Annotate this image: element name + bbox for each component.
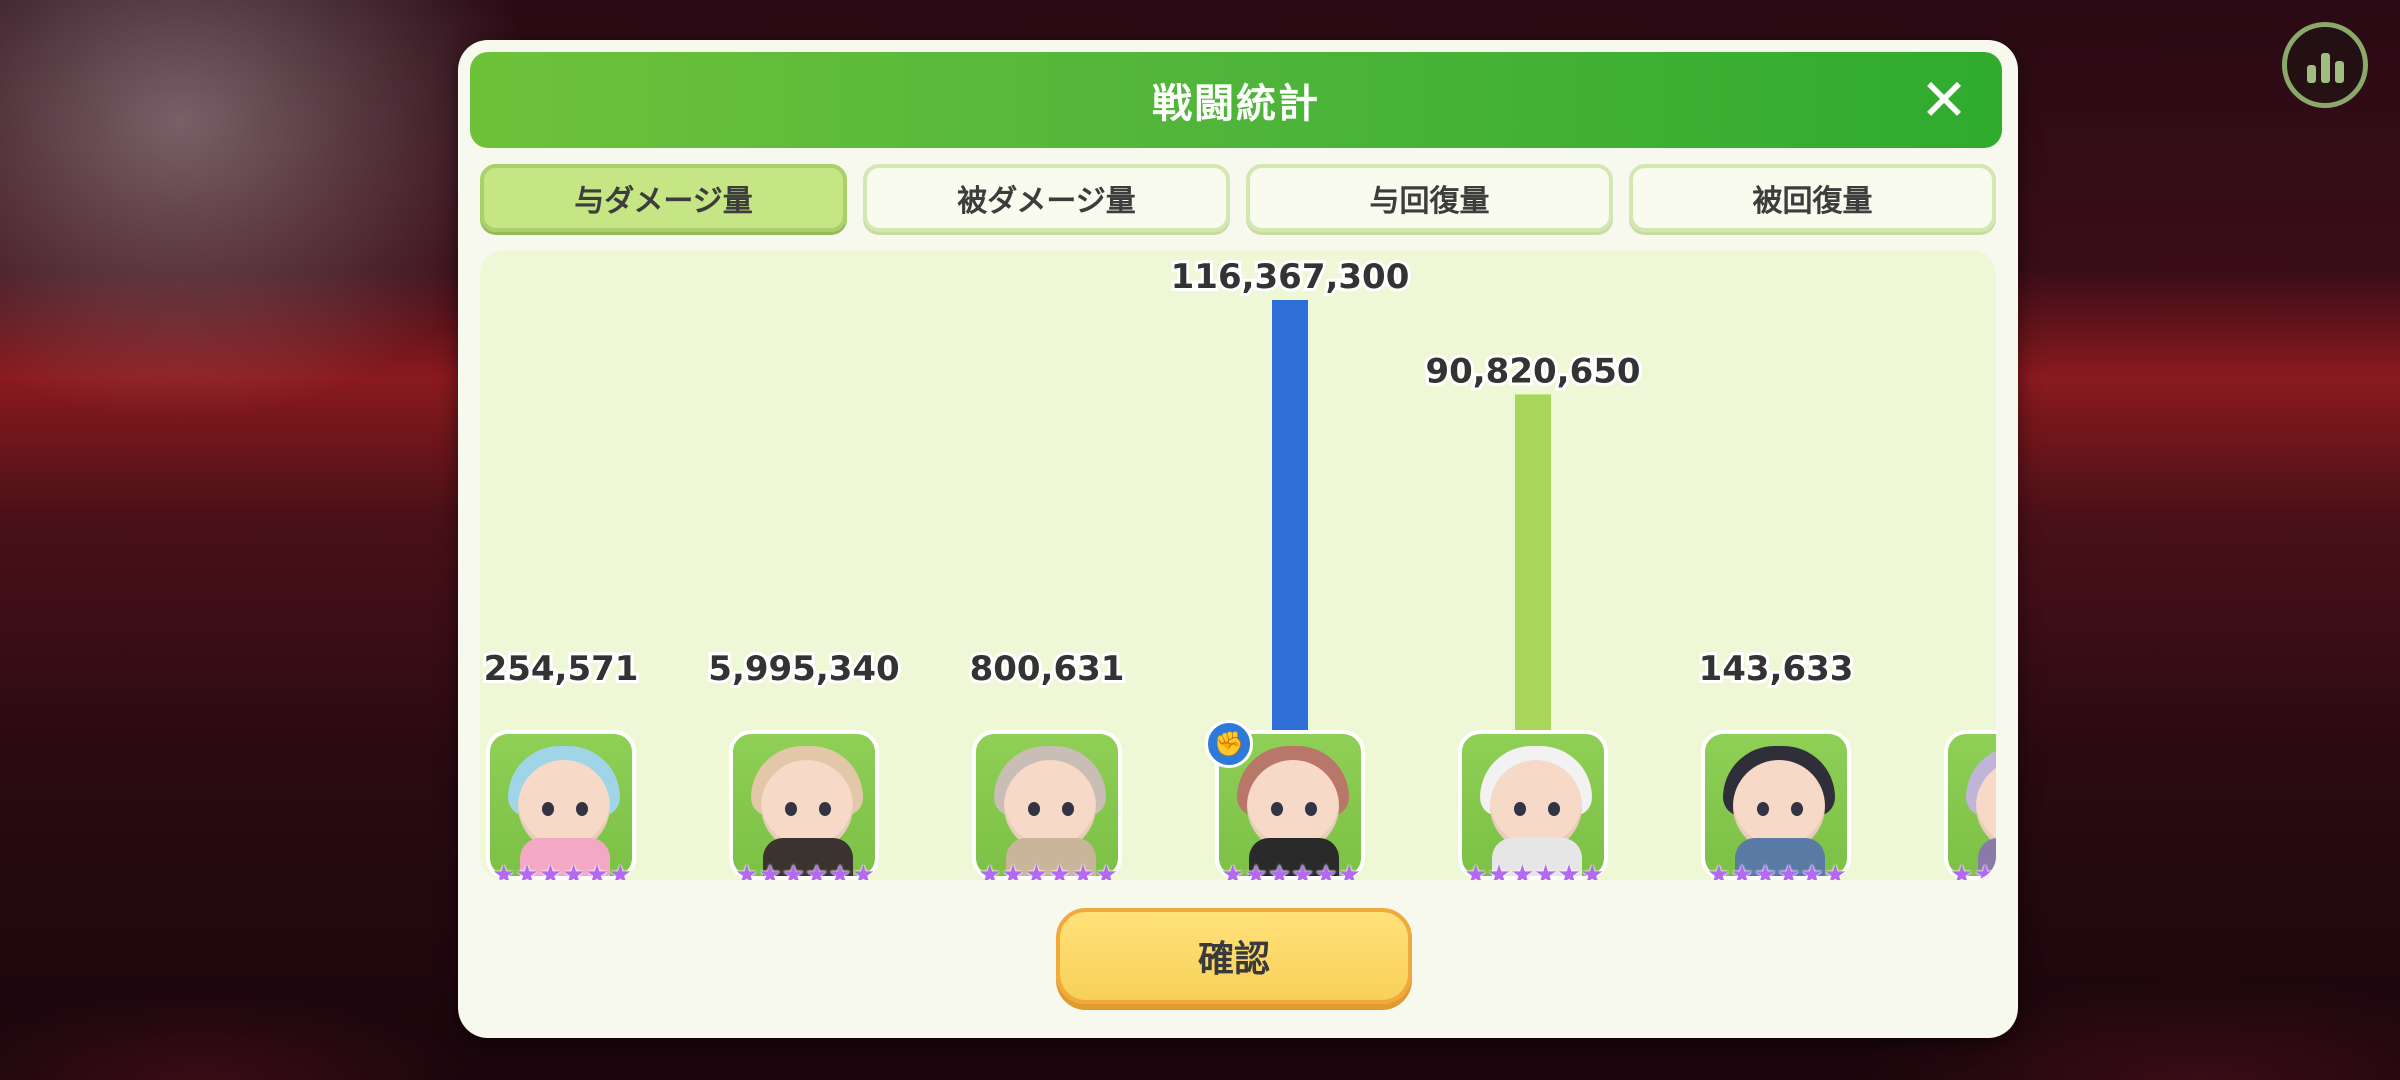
character-portrait[interactable]: ★★★★★★ [972,730,1122,880]
star-icon: ★ [1048,860,1072,880]
star-icon: ★ [851,860,875,880]
star-icon: ★ [828,860,852,880]
rarity-stars: ★★★★★★ [978,862,1118,880]
star-icon: ★ [758,860,782,880]
damage-value-label: 143,633 [1699,649,1854,689]
tab-healing-done[interactable]: 与回復量 [1246,164,1613,232]
rarity-stars: ★★★★★★ [1221,862,1361,880]
star-icon: ★ [1487,860,1511,880]
star-icon: ★ [1337,860,1361,880]
star-icon: ★ [608,860,632,880]
character-portrait[interactable]: ★★★★★★ [729,730,879,880]
damage-bar [1515,394,1551,730]
star-icon: ★ [562,860,586,880]
stat-tabs: 与ダメージ量 被ダメージ量 与回復量 被回復量 [480,164,1996,234]
rarity-stars: ★★★★★★ [492,862,632,880]
close-icon[interactable]: ✕ [1912,68,1976,132]
star-icon: ★ [781,860,805,880]
star-icon: ★ [978,860,1002,880]
star-icon: ★ [1580,860,1604,880]
character-eye [542,802,554,816]
confirm-button[interactable]: 確認 [1056,908,1412,1004]
damage-value-label: 5,995,340 [708,649,899,689]
star-icon: ★ [1221,860,1245,880]
star-icon: ★ [1534,860,1558,880]
character-portrait[interactable]: ★★★★★★ [1701,730,1851,880]
mvp-fist-icon: ✊ [1205,720,1253,768]
dialog-title: 戦闘統計 [1152,81,1320,127]
star-icon: ★ [1753,860,1777,880]
character-eye [1305,802,1317,816]
character-portrait[interactable]: ★★★★★★ [486,730,636,880]
character-eye [1028,802,1040,816]
battle-stats-button[interactable] [2282,22,2368,108]
damage-value-label: 116,367,300 [1171,257,1410,297]
star-icon: ★ [1510,860,1534,880]
star-icon: ★ [515,860,539,880]
damage-bar [1272,300,1308,730]
character-portrait[interactable]: ★ ★ ★ ★ ★ ★ ✊ [1205,720,1365,880]
star-icon: ★ [492,860,516,880]
star-icon: ★ [735,860,759,880]
damage-value-label: 254,571 [484,649,639,689]
character-portrait[interactable]: ★★★★★★ [1944,730,1996,880]
character-avatar [1701,730,1851,880]
star-icon: ★ [1071,860,1095,880]
character-avatar [1944,730,1996,880]
tab-healing-received[interactable]: 被回復量 [1629,164,1996,232]
tab-damage-dealt[interactable]: 与ダメージ量 [480,164,847,232]
character-eye [1514,802,1526,816]
star-icon: ★ [1800,860,1824,880]
star-icon: ★ [1094,860,1118,880]
star-icon: ★ [1001,860,1025,880]
character-eye [785,802,797,816]
bar-chart-icon-bar [2320,53,2330,83]
star-icon: ★ [1024,860,1048,880]
star-icon: ★ [1707,860,1731,880]
character-eye [1548,802,1560,816]
character-avatar [972,730,1122,880]
character-portrait[interactable]: ★★★★★★ [1458,730,1608,880]
tab-damage-taken[interactable]: 被ダメージ量 [863,164,1230,232]
damage-chart: 254,571 5,995,340 800,631 116,367,300 90,820… [480,250,1996,880]
rarity-stars: ★★★★★★ [1950,862,1996,880]
bar-chart-icon-bar [2334,61,2344,83]
character-eye [1271,802,1283,816]
damage-value-label: 90,820,650 [1425,351,1640,391]
star-icon: ★ [1730,860,1754,880]
star-icon: ★ [1244,860,1268,880]
star-icon: ★ [1777,860,1801,880]
star-icon: ★ [538,860,562,880]
star-icon: ★ [585,860,609,880]
character-eye [819,802,831,816]
star-icon: ★ [1267,860,1291,880]
star-icon: ★ [1973,860,1996,880]
character-avatar [729,730,879,880]
battle-statistics-dialog: 戦闘統計 ✕ 与ダメージ量 被ダメージ量 与回復量 被回復量 254,571 5,… [458,40,2018,1038]
star-icon: ★ [1291,860,1315,880]
star-icon: ★ [1557,860,1581,880]
rarity-stars: ★★★★★★ [1707,862,1847,880]
damage-value-label: 800,631 [970,649,1125,689]
character-eye [1757,802,1769,816]
star-icon: ★ [1823,860,1847,880]
dialog-header: 戦闘統計 ✕ [470,52,2002,148]
star-icon: ★ [1314,860,1338,880]
rarity-stars: ★★★★★★ [735,862,875,880]
character-avatar [1458,730,1608,880]
character-eye [576,802,588,816]
rarity-stars: ★★★★★★ [1464,862,1604,880]
character-eye [1791,802,1803,816]
star-icon: ★ [805,860,829,880]
character-avatar [486,730,636,880]
star-icon: ★ [1464,860,1488,880]
character-eye [1062,802,1074,816]
bar-chart-icon [2306,65,2316,83]
star-icon: ★ [1950,860,1974,880]
